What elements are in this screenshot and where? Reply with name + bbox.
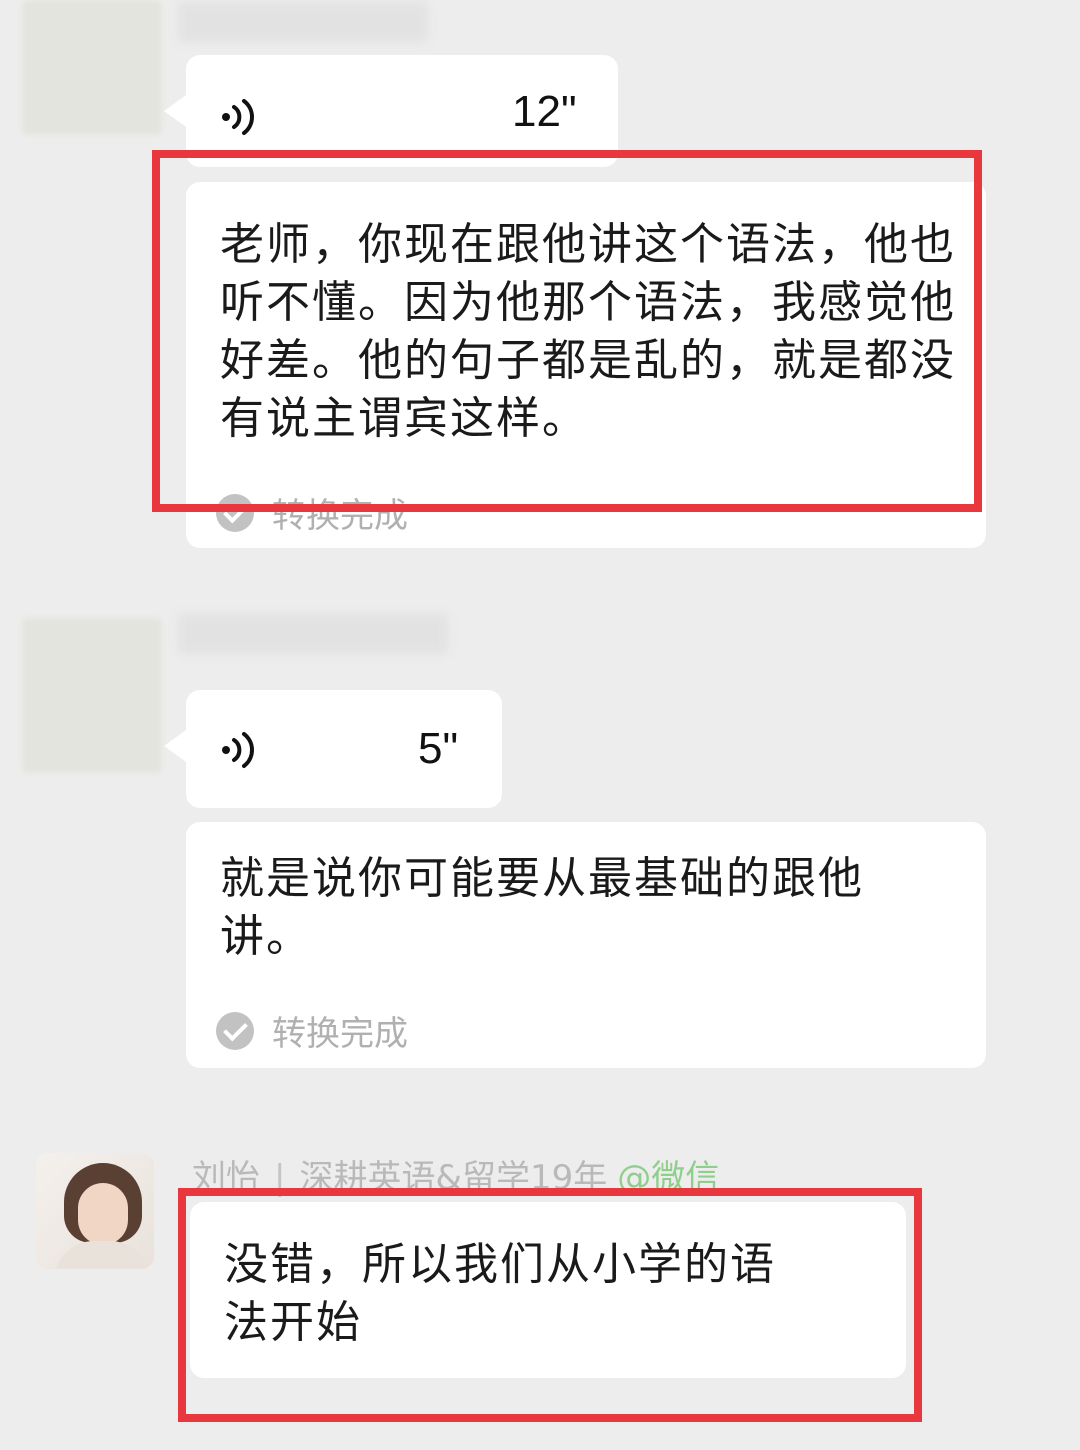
reply-bubble[interactable]: 没错，所以我们从小学的语法开始 [190, 1202, 906, 1378]
transcript-text: 就是说你可能要从最基础的跟他讲。 [220, 853, 864, 962]
blurred-sender-name [178, 614, 448, 654]
voice-duration: 12" [512, 87, 577, 136]
check-circle-icon [216, 1011, 254, 1050]
sender-name: 刘怡 [192, 1158, 260, 1198]
sender-name-line: 刘怡 | 深耕英语&留学19年 @微信 [192, 1158, 720, 1198]
transcript-text: 老师，你现在跟他讲这个语法，他也听不懂。因为他那个语法，我感觉他好差。他的句子都… [220, 219, 956, 444]
conversion-status-text: 转换完成 [272, 1014, 408, 1054]
voice-message-bubble[interactable]: 5" [164, 690, 502, 808]
blurred-avatar [22, 618, 162, 773]
blurred-sender-name [178, 2, 428, 42]
sender-title: 深耕英语&留学19年 [299, 1158, 608, 1198]
sender-avatar[interactable] [36, 1153, 154, 1269]
conversion-status: 转换完成 [216, 1006, 408, 1055]
reply-text: 没错，所以我们从小学的语法开始 [224, 1239, 776, 1348]
voice-wave-icon [222, 732, 254, 768]
sender-tag: @微信 [617, 1158, 720, 1198]
voice-duration: 5" [418, 724, 459, 773]
conversion-status: 转换完成 [216, 488, 408, 537]
blurred-avatar [22, 0, 162, 135]
voice-message-bubble[interactable]: 12" [164, 55, 618, 167]
conversion-status-text: 转换完成 [272, 496, 408, 536]
transcript-bubble[interactable]: 老师，你现在跟他讲这个语法，他也听不懂。因为他那个语法，我感觉他好差。他的句子都… [186, 182, 986, 548]
transcript-bubble[interactable]: 就是说你可能要从最基础的跟他讲。 转换完成 [186, 822, 986, 1068]
check-circle-icon [216, 493, 254, 532]
voice-wave-icon [222, 99, 254, 135]
